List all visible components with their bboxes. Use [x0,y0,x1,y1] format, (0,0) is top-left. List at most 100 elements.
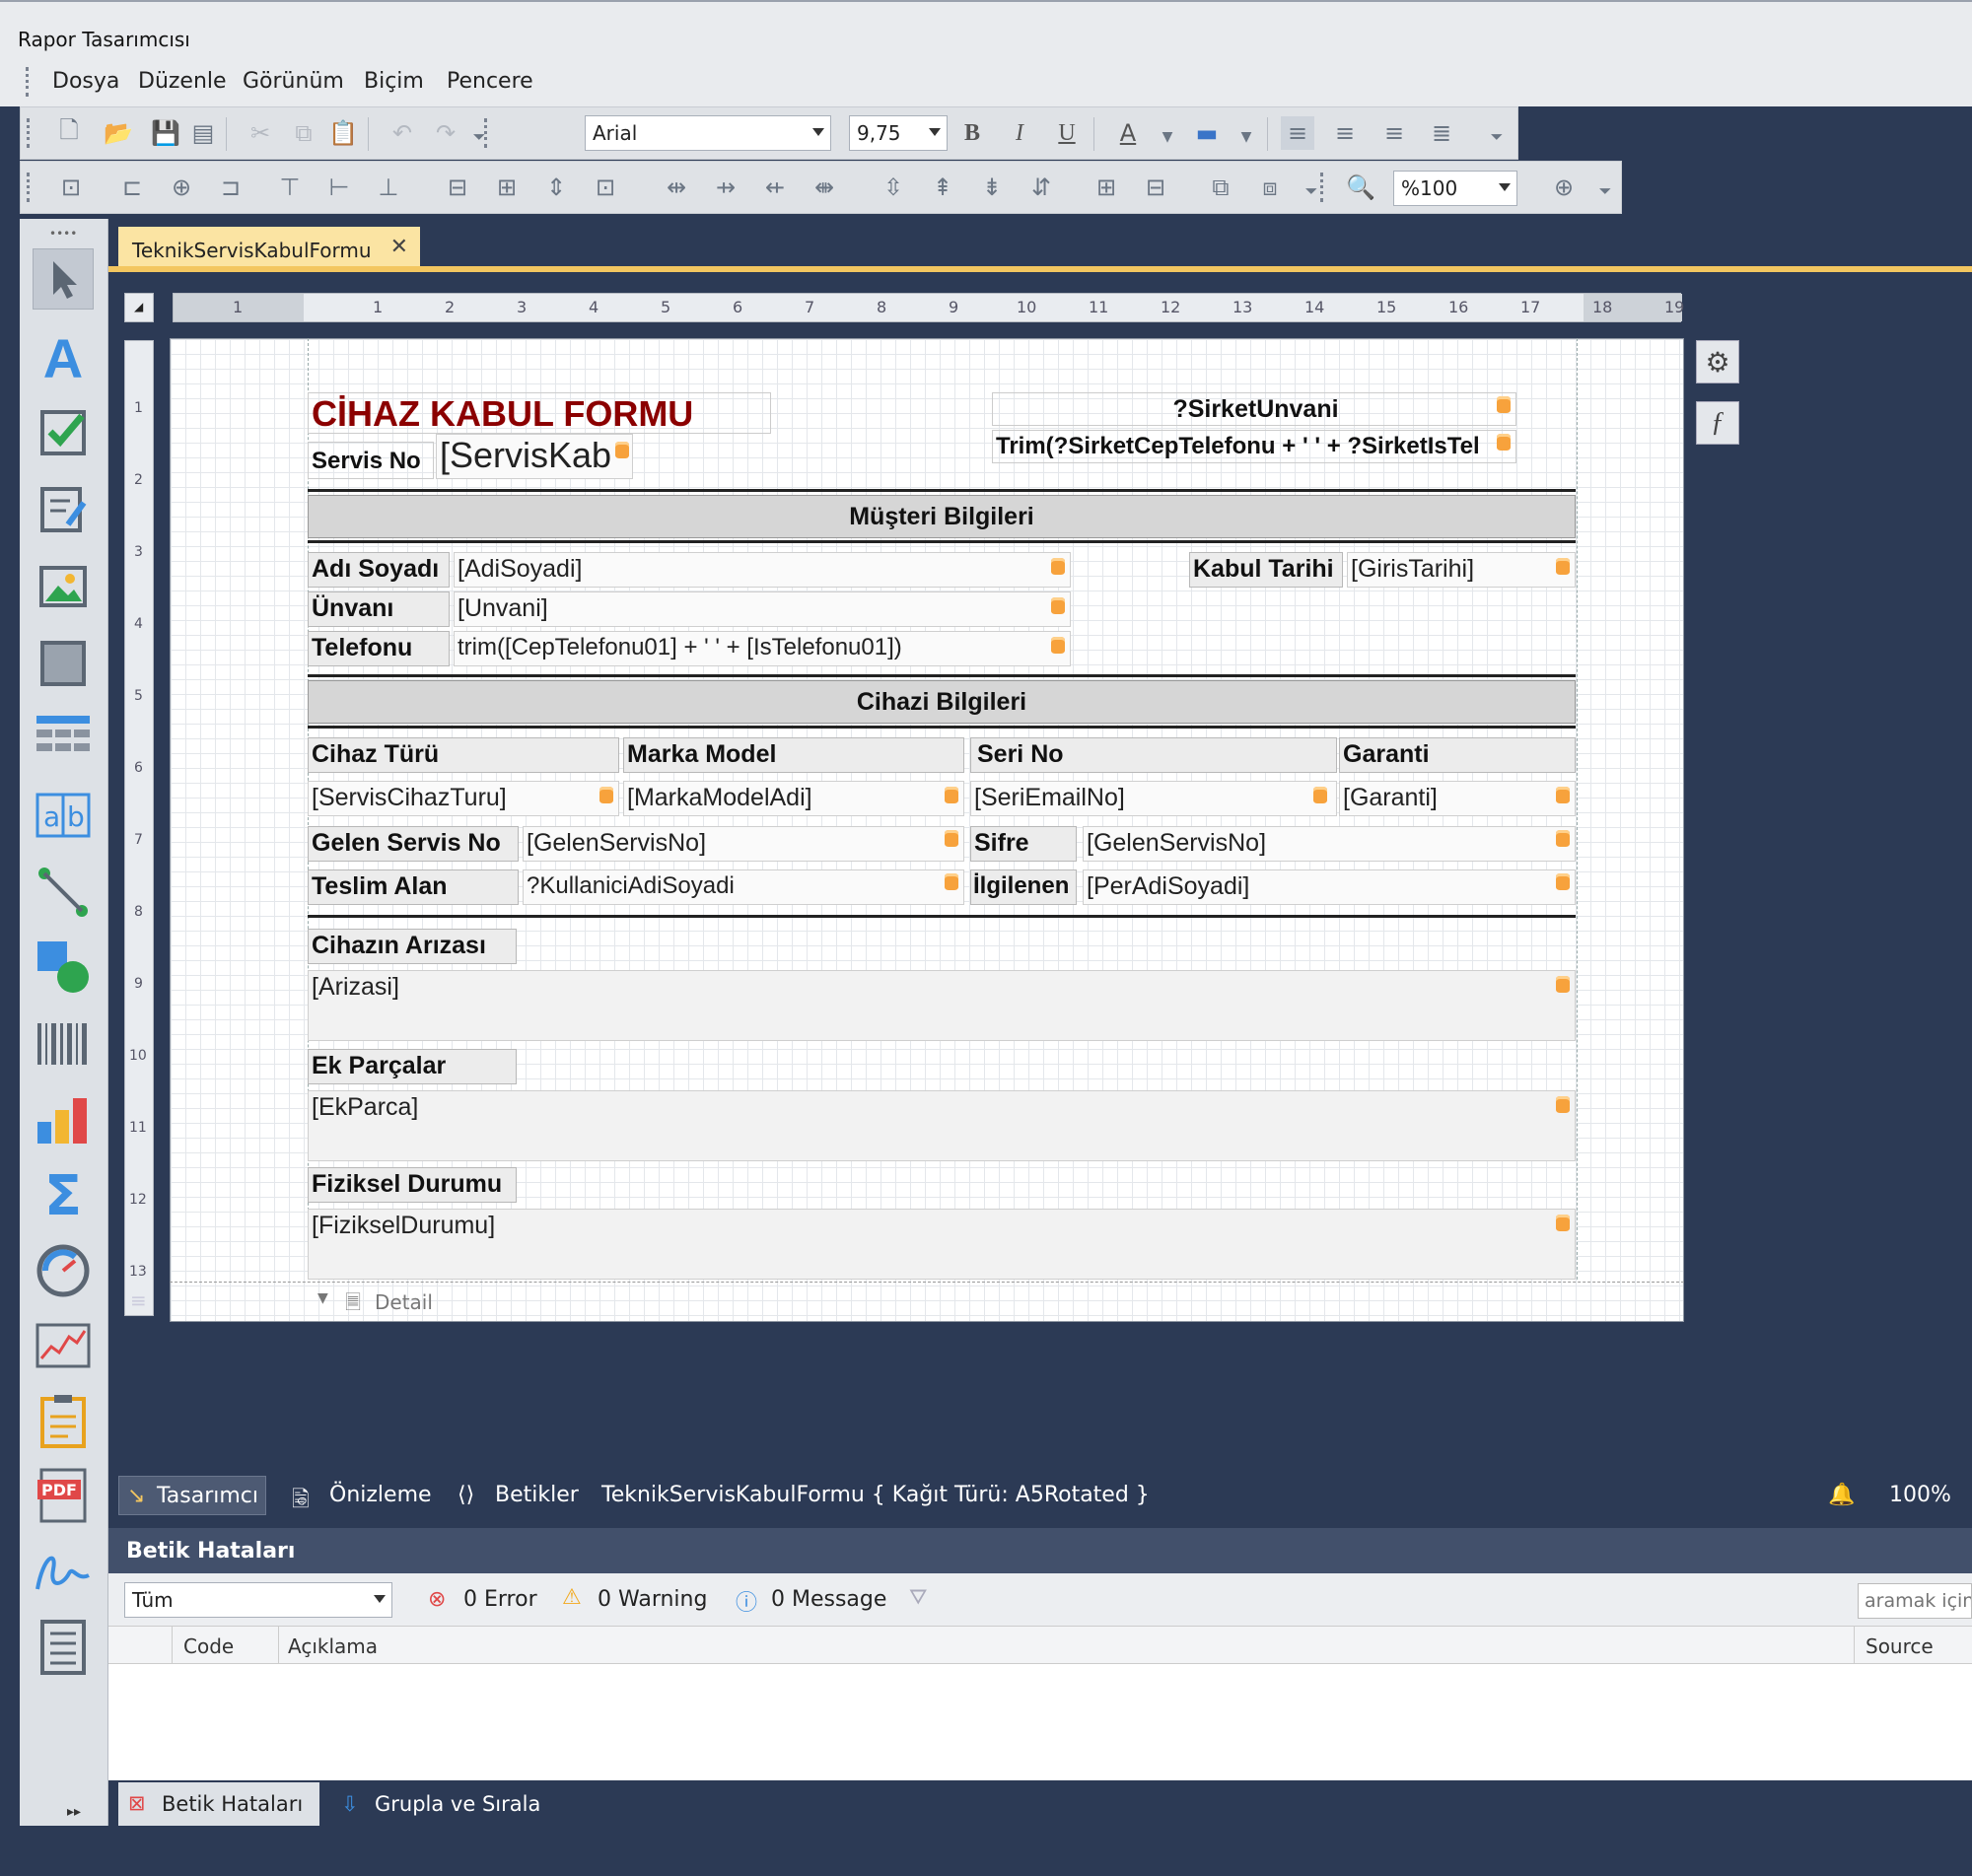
font-color-icon[interactable]: A [1111,116,1145,150]
seri-no-field[interactable]: [SeriEmailNo] [970,781,1337,816]
col-code[interactable]: Code [183,1634,234,1658]
center-v-icon[interactable]: ⊟ [1139,171,1172,204]
col-source[interactable]: Source [1866,1634,1934,1658]
tab-preview[interactable]: Önizleme [329,1483,432,1507]
ruler-corner[interactable]: ◢ [124,293,154,322]
hspace-inc-icon[interactable]: ⇸ [709,171,742,204]
copy-icon[interactable]: ⧉ [287,116,320,150]
signature-tool[interactable] [33,1540,94,1601]
overflow2-icon[interactable]: ⏷ [1480,120,1514,154]
align-left-icon[interactable]: ≡ [1281,116,1314,150]
menu-grip[interactable] [26,67,30,97]
cihaz-header[interactable]: Cihazi Bilgileri [308,680,1576,724]
save-all-icon[interactable]: ▤ [186,116,220,150]
zoom-combo[interactable]: %100 [1393,171,1517,206]
chart-tool[interactable] [33,1090,94,1151]
zoom-out-icon[interactable]: 🔍 [1344,171,1377,204]
menu-pencere[interactable]: Pencere [447,69,533,94]
same-size-icon[interactable]: ⊞ [490,171,524,204]
zoom-in-icon[interactable]: ⊕ [1547,171,1581,204]
align-grid-icon[interactable]: ⊡ [54,171,88,204]
overflow4-icon[interactable]: ⏷ [1588,174,1622,208]
warning-count-button[interactable]: 0 Warning [598,1587,707,1612]
tab-scripts[interactable]: Betikler [495,1483,579,1507]
error-search-input[interactable] [1858,1583,1972,1619]
align-right-icon[interactable]: ≡ [1377,116,1411,150]
font-combo[interactable]: Arial [585,115,831,151]
musteri-header[interactable]: Müşteri Bilgileri [308,495,1576,538]
bold-icon[interactable]: B [955,116,989,150]
gauge-tool[interactable] [33,1240,94,1301]
seri-no-label[interactable]: Seri No [970,737,1337,773]
sifre-field[interactable]: [GelenServisNo] [1083,826,1576,862]
back-color-icon[interactable]: ▬ [1190,116,1224,150]
sirket-unvani-field[interactable]: ?SirketUnvani [992,392,1516,426]
unvani-field[interactable]: [Unvani] [454,591,1071,627]
garanti-label[interactable]: Garanti [1339,737,1576,773]
marka-model-field[interactable]: [MarkaModelAdi] [623,781,964,816]
kabul-tarihi-label[interactable]: Kabul Tarihi [1189,552,1343,588]
pointer-tool[interactable] [33,248,94,310]
tab-teknik-servis[interactable]: TeknikServisKabulFormu ✕ [118,227,420,270]
hspace-equal-icon[interactable]: ⇹ [660,171,693,204]
bring-front-icon[interactable]: ⧉ [1204,171,1237,204]
zoom-level[interactable]: 100% [1889,1483,1951,1507]
redo-icon[interactable]: ↷ [429,116,462,150]
cihaz-turu-label[interactable]: Cihaz Türü [308,737,619,773]
size-to-grid-icon[interactable]: ⊡ [589,171,622,204]
align-lefts-icon[interactable]: ⊏ [115,171,149,204]
gear-icon[interactable]: ⚙ [1696,340,1739,383]
panel-tool[interactable] [33,633,94,694]
menu-gorunum[interactable]: Görünüm [243,69,344,94]
vspace-inc-icon[interactable]: ⇞ [926,171,959,204]
send-back-icon[interactable]: ⧈ [1253,171,1287,204]
picture-tool[interactable] [33,556,94,617]
same-width-icon[interactable]: ⊟ [441,171,474,204]
summary-tool[interactable]: Σ [33,1164,94,1228]
paste-icon[interactable]: 📋 [326,116,360,150]
garanti-field[interactable]: [Garanti] [1339,781,1576,816]
overflow-icon[interactable]: ⏷ [462,120,496,154]
close-tab-icon[interactable]: ✕ [390,235,408,259]
cut-icon[interactable]: ✂ [244,116,277,150]
message-count-button[interactable]: 0 Message [771,1587,886,1612]
expand-toolbox-icon[interactable]: ▸▸ [67,1804,81,1820]
same-height-icon[interactable]: ⇕ [539,171,573,204]
cihaz-turu-field[interactable]: [ServisCihazTuru] [308,781,619,816]
align-rights-icon[interactable]: ⊐ [214,171,247,204]
collapse-band-icon[interactable]: ▼ [317,1290,328,1306]
tab-group-sort[interactable]: Grupla ve Sırala [375,1792,540,1816]
subreport-tool[interactable] [33,1390,94,1451]
function-icon[interactable]: ƒ [1696,401,1739,445]
toc-tool[interactable] [33,1617,94,1678]
line-tool[interactable] [33,862,94,923]
label-tool[interactable]: A [33,327,94,389]
italic-icon[interactable]: I [1003,116,1036,150]
ek-parcalar-field[interactable]: [EkParca] [308,1090,1576,1161]
checkbox-tool[interactable] [33,402,94,463]
textbox-tool[interactable]: ab [33,785,94,846]
barcode-tool[interactable] [33,1013,94,1075]
menu-dosya[interactable]: Dosya [52,69,119,94]
band-menu-icon[interactable]: ≡ [130,1288,147,1312]
hspace-remove-icon[interactable]: ⇼ [808,171,841,204]
align-centers-icon[interactable]: ⊕ [165,171,198,204]
justify-icon[interactable]: ≣ [1425,116,1458,150]
ariza-label[interactable]: Cihazın Arızası [308,929,517,964]
vspace-remove-icon[interactable]: ⇵ [1024,171,1058,204]
telefonu-field[interactable]: trim([CepTelefonu01] + ' ' + [IsTelefonu… [454,631,1071,666]
vspace-equal-icon[interactable]: ⇳ [877,171,910,204]
bell-icon[interactable]: 🔔 [1828,1483,1855,1507]
clear-filter-icon[interactable]: ⛛ [909,1585,927,1610]
marka-model-label[interactable]: Marka Model [623,737,964,773]
adi-soyadi-field[interactable]: [AdiSoyadi] [454,552,1071,588]
sirket-tel-field[interactable]: Trim(?SirketCepTelefonu + ' ' + ?SirketI… [992,430,1516,463]
ariza-field[interactable]: [Arizasi] [308,970,1576,1041]
save-icon[interactable]: 💾 [149,116,182,150]
hspace-dec-icon[interactable]: ⇷ [758,171,792,204]
ilgilenen-label[interactable]: İlgilenen [970,869,1077,905]
sparkline-tool[interactable] [33,1315,94,1376]
richtext-tool[interactable] [33,479,94,540]
toolbar-grip[interactable] [27,118,31,148]
error-filter-combo[interactable]: Tüm [124,1582,392,1618]
